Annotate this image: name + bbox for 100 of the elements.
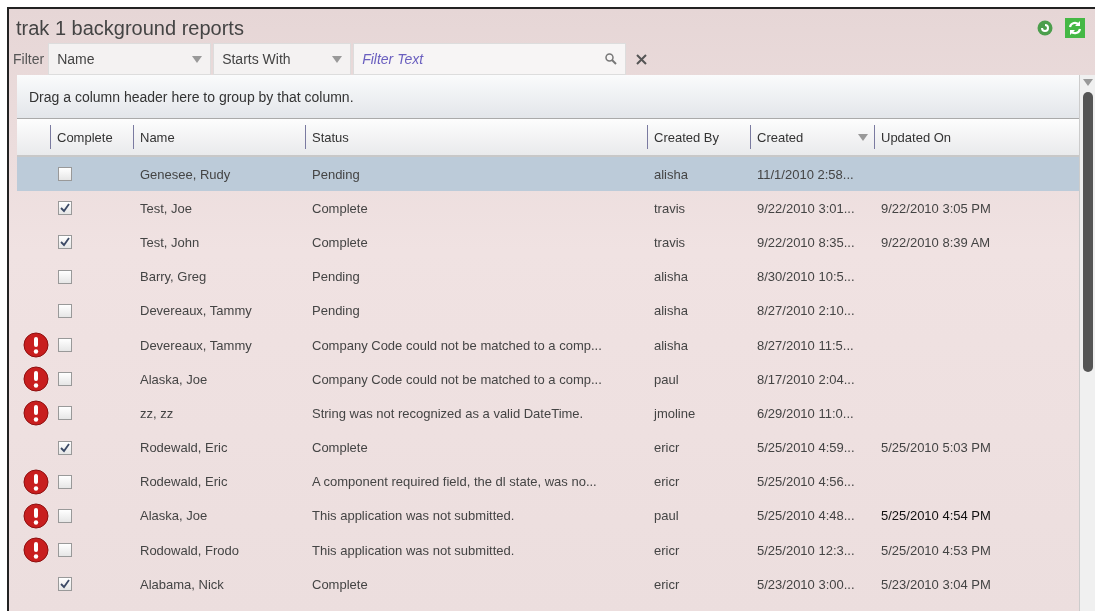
table-cell-text: Rodowald, Frodo <box>139 542 240 558</box>
operator-dropdown[interactable]: Starts With <box>213 43 352 75</box>
checkbox[interactable] <box>58 406 72 421</box>
checkbox[interactable] <box>58 577 72 592</box>
table-row[interactable]: Test, John Complete travis 9/22/2010 8:35... 9/22/2010 8:39 AM <box>17 225 1079 260</box>
checkbox[interactable] <box>58 474 72 489</box>
table-row[interactable]: Rodewald, Eric Complete ericr 5/25/2010 4:59... 5/25/2010 5:03 PM <box>17 430 1079 465</box>
table-cell-text: Pending <box>311 166 361 182</box>
caret-icon <box>332 55 343 63</box>
checkbox[interactable] <box>58 372 72 387</box>
table-cell-text: Company Code could not be matched to a comp... <box>311 337 603 353</box>
scrollbar-thumb[interactable] <box>1082 92 1093 372</box>
table-cell-text: Barry, Greg <box>139 269 208 285</box>
table-cell-text: Test, Joe <box>139 200 194 216</box>
filter-field[interactable]: Filter Text <box>353 43 627 75</box>
table-cell-text: Alaska, Joe <box>139 508 209 524</box>
table-cell-text: ericr <box>653 576 681 592</box>
table-row[interactable]: Genesee, Rudy Pending alisha 11/1/2010 2:58... <box>17 157 1079 192</box>
window-title: trak 1 background reports <box>16 16 244 40</box>
table-cell-text: Rodewald, Eric <box>139 440 229 456</box>
table-cell-text: A component required field, the dl state, was no... <box>311 474 598 490</box>
table-cell-text: ericr <box>653 474 681 490</box>
group-panel: Drag a column header here to group by that column. <box>17 75 1079 119</box>
table-cell-text: alisha <box>653 166 689 182</box>
table-cell-text: Pending <box>311 269 361 285</box>
table-row[interactable]: Test, Joe Complete travis 9/22/2010 3:01... 9/22/2010 3:05 PM <box>17 191 1079 226</box>
table-cell-text: 11/1/2010 2:58... <box>756 166 855 182</box>
table-cell-text: 5/23/2010 3:00... <box>756 576 856 592</box>
table-cell-text: Test, John <box>139 234 201 250</box>
table-cell-text: Devereaux, Tammy <box>139 303 253 319</box>
table-cell-text: Complete <box>311 440 369 456</box>
checkbox[interactable] <box>58 440 72 455</box>
table-cell-text: 5/25/2010 4:53 PM <box>880 542 992 558</box>
table-cell-text: Alaska, Joe <box>139 371 209 387</box>
table-cell-text: zz, zz <box>139 405 175 421</box>
table-row[interactable]: zz, zz String was not recognized as a valid DateTime. jmoline 6/29/2010 11:0... <box>17 396 1079 431</box>
table-cell-text: jmoline <box>652 405 697 421</box>
table-cell-text: 9/22/2010 8:39 AM <box>880 234 992 250</box>
column-header[interactable]: Complete <box>50 125 133 149</box>
checkbox[interactable] <box>58 201 72 216</box>
table-cell-text: 9/22/2010 3:05 PM <box>880 200 992 216</box>
table-cell-text: 9/22/2010 3:01... <box>756 200 856 216</box>
search-icon <box>605 53 618 65</box>
table-cell-text: alisha <box>653 337 689 353</box>
table-cell-text: Devereaux, Tammy <box>139 337 253 353</box>
table-row[interactable]: Alabama, Nick Complete ericr 5/23/2010 3:00... 5/23/2010 3:04 PM <box>17 567 1079 602</box>
table-row[interactable]: Rodowald, Frodo This application was not submitted. ericr 5/25/2010 12:3... 5/25/2010 4:53 PM <box>17 533 1079 568</box>
table-cell-text: 9/22/2010 8:35... <box>756 234 856 250</box>
checkbox[interactable] <box>58 303 72 318</box>
table-cell-text: alisha <box>653 269 689 285</box>
table-row[interactable]: Devereaux, Tammy Company Code could not be matched to a comp... alisha 8/27/2010 11:5... <box>17 327 1079 363</box>
table-cell-text: Alabama, Nick <box>139 576 225 592</box>
table-cell-text: 5/23/2010 3:04 PM <box>880 576 992 592</box>
checkbox[interactable] <box>58 167 72 182</box>
sort-icon <box>858 133 868 141</box>
checkbox[interactable] <box>58 235 72 250</box>
table-cell-text: 8/27/2010 11:5... <box>756 337 855 353</box>
checkbox[interactable] <box>58 338 72 353</box>
table-cell-text: This application was not submitted. <box>311 542 516 558</box>
table-row[interactable]: Barry, Greg Pending alisha 8/30/2010 10:5... <box>17 259 1079 294</box>
table-cell-text: Rodewald, Eric <box>139 474 229 490</box>
table-cell-text: paul <box>653 508 680 524</box>
table-cell-text: 5/25/2010 12:3... <box>756 542 856 558</box>
field-dropdown[interactable]: Name <box>48 43 212 75</box>
table-row[interactable]: Alaska, Joe Company Code could not be matched to a comp... paul 8/17/2010 2:04... <box>17 362 1079 397</box>
filter-label: Filter <box>13 51 45 67</box>
column-header[interactable]: Name <box>133 125 305 149</box>
table-row[interactable]: Devereaux, Tammy Pending alisha 8/27/2010 2:10... <box>17 293 1079 328</box>
table-cell-text: Genesee, Rudy <box>139 166 232 182</box>
sync-icon[interactable] <box>1065 18 1085 38</box>
table-cell-text: 8/27/2010 2:10... <box>756 303 856 319</box>
table-row[interactable]: Alaska, Joe This application was not submitted. paul 5/25/2010 4:48... 5/25/2010 4:54 PM <box>17 498 1079 534</box>
table-row[interactable]: Rodewald, Eric A component required field, the dl state, was no... ericr 5/25/2010 4:56... <box>17 464 1079 499</box>
refresh-icon[interactable] <box>1037 20 1053 36</box>
table-cell-text: Company Code could not be matched to a comp... <box>311 371 603 387</box>
close-icon[interactable] <box>636 53 648 65</box>
table-cell-text: 5/25/2010 4:54 PM <box>880 508 992 524</box>
table-cell-text: This application was not submitted. <box>311 508 516 524</box>
table-cell-text: String was not recognized as a valid DateTime. <box>311 405 585 421</box>
table-cell-text: 8/17/2010 2:04... <box>756 371 856 387</box>
table-cell-text: Complete <box>311 234 369 250</box>
table-cell-text: Pending <box>311 303 361 319</box>
table-cell-text: Complete <box>311 200 369 216</box>
table-cell-text: Complete <box>311 576 369 592</box>
column-header[interactable]: Created By <box>647 125 750 149</box>
checkbox[interactable] <box>58 269 72 284</box>
table-cell-text: paul <box>653 371 680 387</box>
table-cell-text: alisha <box>653 303 689 319</box>
table-cell-text: ericr <box>653 542 681 558</box>
table-cell-text: ericr <box>653 440 681 456</box>
table-cell-text: 8/30/2010 10:5... <box>756 269 856 285</box>
table-cell-text: 5/25/2010 5:03 PM <box>880 440 992 456</box>
column-header[interactable]: Status <box>305 125 647 149</box>
table-cell-text: 5/25/2010 4:59... <box>756 440 856 456</box>
checkbox[interactable] <box>58 508 72 523</box>
column-header[interactable]: Created <box>750 125 874 149</box>
checkbox[interactable] <box>58 543 72 558</box>
table-cell-text: 5/25/2010 4:56... <box>756 474 856 490</box>
table-cell-text: travis <box>653 234 687 250</box>
caret-icon <box>192 55 203 63</box>
